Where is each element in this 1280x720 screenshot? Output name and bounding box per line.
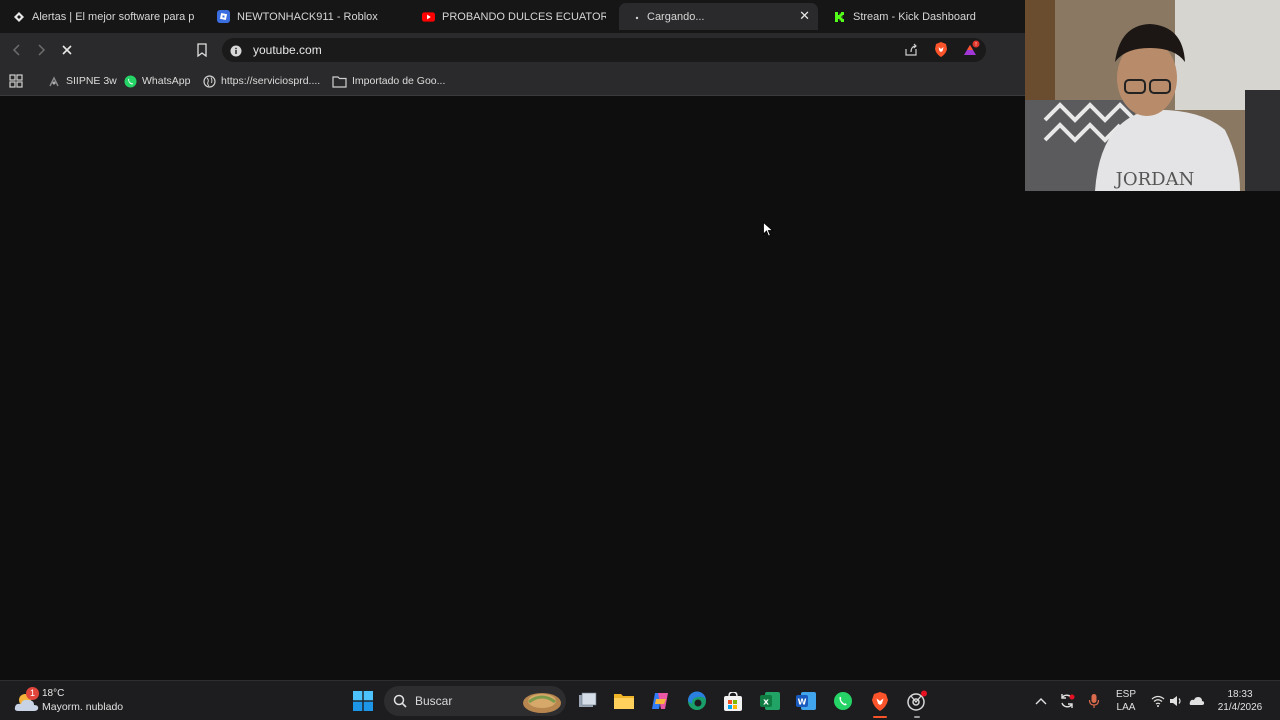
webcam-overlay: JORDAN (1025, 0, 1280, 191)
bookmark-siipne[interactable]: SIIPNE 3w (48, 73, 117, 89)
browser-window: Alertas | El mejor software para pote NE… (0, 0, 1025, 96)
tab-strip: Alertas | El mejor software para pote NE… (0, 0, 1025, 33)
apps-grid-icon[interactable] (9, 73, 23, 89)
globe-icon (203, 74, 216, 88)
siipne-icon (48, 75, 61, 88)
running-app-indicator (914, 716, 920, 718)
weather-condition: Mayorm. nublado (42, 701, 124, 713)
tab-youtube-video[interactable]: PROBANDO DULCES ECUATORIANOS (422, 3, 606, 30)
tab-label: Cargando... (647, 10, 705, 23)
loading-icon (633, 10, 641, 23)
mouse-cursor-icon (763, 221, 774, 242)
roblox-icon (217, 10, 230, 23)
word-icon[interactable]: W (795, 690, 817, 712)
sync-icon[interactable] (1056, 690, 1078, 712)
tab-label: NEWTONHACK911 - Roblox (237, 10, 378, 23)
start-button[interactable] (352, 690, 374, 712)
copilot-icon[interactable] (649, 690, 671, 712)
back-button[interactable] (8, 41, 26, 59)
bookmark-folder-imported[interactable]: Importado de Goo... (332, 73, 445, 89)
microsoft-store-icon[interactable] (722, 690, 744, 712)
language-bottom: LAA (1116, 702, 1136, 713)
bookmark-label: WhatsApp (142, 75, 191, 87)
clock-date: 21/4/2026 (1217, 702, 1263, 713)
weather-widget[interactable]: 1 18°C Mayorm. nublado (14, 687, 154, 717)
whatsapp-app-icon[interactable] (832, 690, 854, 712)
active-app-indicator (873, 716, 887, 718)
folder-icon (332, 75, 347, 88)
tab-loading[interactable]: Cargando... ✕ (619, 3, 818, 30)
bookmark-label: Importado de Goo... (352, 75, 446, 87)
kick-icon (833, 10, 846, 23)
clock-time: 18:33 (1227, 689, 1253, 700)
language-indicator[interactable]: ESP LAA (1110, 688, 1142, 714)
youtube-icon (422, 10, 435, 23)
language-top: ESP (1115, 689, 1136, 700)
tab-roblox[interactable]: NEWTONHACK911 - Roblox (217, 3, 407, 30)
task-view-icon[interactable] (577, 690, 599, 712)
excel-icon[interactable]: x (759, 690, 781, 712)
search-label: Buscar (415, 694, 453, 708)
bookmark-label: SIIPNE 3w (66, 75, 117, 87)
edge-icon[interactable] (686, 690, 708, 712)
close-tab-icon[interactable]: ✕ (799, 9, 810, 23)
weather-temperature: 18°C (42, 688, 65, 699)
clock[interactable]: 18:33 21/4/2026 (1212, 688, 1268, 714)
whatsapp-icon (124, 75, 137, 88)
svg-text:!: ! (975, 42, 977, 48)
svg-text:JORDAN: JORDAN (1114, 169, 1195, 190)
site-info-icon[interactable] (230, 44, 242, 62)
share-icon[interactable] (904, 43, 918, 62)
streamlabs-icon (12, 10, 25, 23)
url-text: youtube.com (253, 43, 322, 57)
bookmark-whatsapp[interactable]: WhatsApp (124, 73, 190, 89)
bookmark-icon[interactable] (193, 41, 211, 59)
tab-label: PROBANDO DULCES ECUATORIANOS (442, 10, 606, 23)
bookmark-servicios[interactable]: https://serviciosprd.... (203, 73, 320, 89)
bookmarks-bar: SIIPNE 3w WhatsApp https://serviciosprd.… (0, 67, 1025, 96)
tab-alertas[interactable]: Alertas | El mejor software para pote (12, 3, 194, 30)
brave-rewards-icon[interactable]: ! (963, 40, 981, 63)
file-explorer-icon[interactable] (613, 690, 635, 712)
taskbar: 1 18°C Mayorm. nublado Buscar x W ESP LA… (0, 680, 1280, 720)
taskbar-search[interactable]: Buscar (384, 686, 566, 716)
tab-label: Stream - Kick Dashboard (853, 10, 976, 23)
tab-label: Alertas | El mejor software para pote (32, 10, 194, 23)
bookmark-label: https://serviciosprd.... (221, 75, 321, 87)
volume-icon[interactable] (1165, 690, 1187, 712)
microphone-icon[interactable] (1083, 690, 1105, 712)
svg-text:W: W (798, 698, 807, 707)
brave-browser-icon[interactable] (869, 690, 891, 718)
toolbar: youtube.com ! (0, 33, 1025, 67)
show-hidden-icons-chevron-icon[interactable] (1030, 690, 1052, 712)
tab-kick-dashboard[interactable]: Stream - Kick Dashboard (833, 3, 1003, 30)
battery-icon[interactable] (1186, 690, 1208, 712)
forward-button[interactable] (32, 41, 50, 59)
address-bar[interactable]: youtube.com ! (222, 38, 986, 62)
svg-text:x: x (763, 698, 769, 708)
search-icon (393, 694, 407, 713)
recording-app-icon[interactable] (906, 690, 928, 718)
weather-alert-badge: 1 (26, 687, 39, 700)
stop-loading-button[interactable] (58, 41, 76, 59)
brave-shields-icon[interactable] (934, 41, 948, 63)
search-highlight-icon (521, 688, 563, 719)
